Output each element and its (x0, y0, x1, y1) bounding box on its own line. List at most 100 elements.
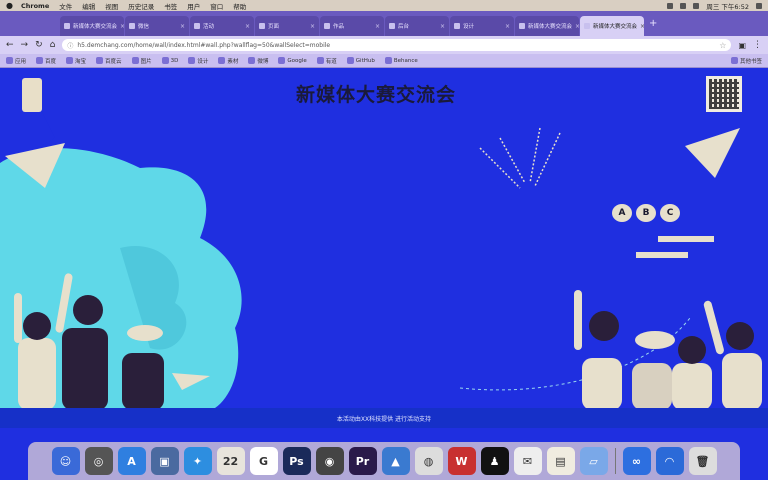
bookmark-item[interactable]: 有道 (316, 57, 337, 65)
close-icon[interactable]: × (505, 23, 510, 30)
extension-icon[interactable]: ▣ (738, 41, 746, 50)
tab-7[interactable]: 设计 × (450, 16, 514, 36)
menu-button[interactable]: ⋮ (753, 40, 762, 50)
bookmark-icon (218, 57, 226, 64)
menu-people[interactable]: 用户 (187, 1, 200, 11)
keynote-icon[interactable]: ▲ (381, 447, 410, 475)
menu-help[interactable]: 帮助 (233, 1, 246, 11)
folder-icon (730, 57, 738, 64)
abc-badges: A B C (612, 204, 680, 222)
bookmark-icon (384, 57, 392, 64)
finder-icon[interactable]: ☺ (51, 447, 80, 475)
apple-menu-icon[interactable]: ● (6, 1, 13, 10)
menu-history[interactable]: 历史记录 (128, 1, 154, 11)
menu-edit[interactable]: 编辑 (82, 1, 95, 11)
bookmark-icon (248, 57, 256, 64)
baidu-netdisk-icon[interactable]: ∞ (622, 447, 651, 475)
tab-label: 新媒体大赛交流会 (73, 24, 118, 30)
close-icon[interactable]: × (440, 23, 445, 30)
battery-icon[interactable] (680, 2, 687, 9)
bookmark-icon (188, 57, 196, 64)
bookmark-star-icon[interactable]: ☆ (719, 41, 726, 50)
address-bar[interactable]: ⓘ h5.demchang.com/home/wall/index.html#w… (62, 39, 732, 51)
tab-2[interactable]: 微信 × (125, 16, 189, 36)
macos-dock: ☺ ◎ A ▣ ✦ 22 G Ps ◉ Pr ▲ ◍ W ♟ ✉ ▤ ▱ ∞ ◠ 🗑 (28, 442, 740, 480)
bookmark-item[interactable]: 素材 (218, 57, 238, 65)
tab-5[interactable]: 作品 × (320, 16, 384, 36)
bookmark-item[interactable]: 应用 (6, 57, 26, 65)
badge-c: C (660, 204, 680, 222)
folder-icon[interactable]: ▱ (579, 447, 608, 475)
close-icon[interactable]: × (640, 23, 644, 30)
badge-b: B (636, 204, 656, 222)
tab-9-active[interactable]: 新媒体大赛交流会 × (580, 16, 644, 36)
close-icon[interactable]: × (120, 23, 124, 30)
tab-6[interactable]: 后台 × (385, 16, 449, 36)
bookmark-item[interactable]: 百度 (36, 57, 56, 65)
bookmark-label: 百度 (45, 58, 57, 65)
launchpad-icon[interactable]: ◎ (84, 447, 113, 475)
preview-icon[interactable]: ▣ (150, 447, 179, 475)
chrome-icon[interactable]: ◍ (414, 447, 443, 475)
bookmark-folder-other[interactable]: 其他书签 (730, 57, 762, 65)
wps-icon[interactable]: W (447, 447, 476, 475)
bookmark-label: Google (287, 57, 307, 64)
photoshop-icon[interactable]: Ps (282, 447, 311, 475)
back-button[interactable]: ← (6, 40, 14, 50)
close-icon[interactable]: × (245, 23, 250, 30)
close-icon[interactable]: × (310, 23, 315, 30)
volume-icon[interactable] (693, 2, 700, 9)
tab-3[interactable]: 活动 × (190, 16, 254, 36)
qq-icon[interactable]: ♟ (480, 447, 509, 475)
bookmark-item[interactable]: 3D (161, 57, 178, 64)
bookmark-item[interactable]: 微博 (248, 57, 268, 65)
safari-icon[interactable]: ✦ (183, 447, 212, 475)
notes-icon[interactable]: ▤ (546, 447, 575, 475)
search-icon[interactable] (756, 2, 762, 9)
menu-file[interactable]: 文件 (59, 1, 72, 11)
bookmark-label: Behance (393, 57, 418, 64)
premiere-icon[interactable]: Pr (348, 447, 377, 475)
event-wall-page: 新媒体大赛交流会 A B C 本活动由XX科技提供 进行活动支持 (0, 68, 768, 442)
bookmark-icon (346, 57, 354, 64)
tab-strip: 新媒体大赛交流会 × 微信 × 活动 × 页面 × 作品 × 后台 × 设计 × 新媒体大赛交… (0, 11, 768, 36)
trash-icon[interactable]: 🗑 (688, 447, 717, 475)
menu-view[interactable]: 视图 (105, 1, 118, 11)
wechat-icon[interactable]: ✉ (513, 447, 542, 475)
close-icon[interactable]: × (180, 23, 185, 30)
close-icon[interactable]: × (575, 23, 579, 30)
tab-4[interactable]: 页面 × (255, 16, 319, 36)
menu-window[interactable]: 窗口 (210, 1, 223, 11)
menu-app-name[interactable]: Chrome (21, 2, 49, 10)
forward-button[interactable]: → (21, 40, 29, 50)
url-text[interactable]: h5.demchang.com/home/wall/index.html#wal… (77, 42, 330, 49)
bookmark-item[interactable]: Google (278, 57, 307, 64)
menu-bookmarks[interactable]: 书签 (164, 1, 177, 11)
bookmark-label: 图片 (140, 58, 152, 65)
reload-button[interactable]: ↻ (35, 40, 43, 50)
bookmark-icon (96, 57, 104, 64)
bookmark-item[interactable]: 图片 (131, 57, 152, 65)
calendar-icon[interactable]: 22 (216, 447, 245, 475)
menu-clock[interactable]: 周三 下午6:52 (706, 1, 749, 11)
tab-label: 页面 (268, 24, 280, 30)
bookmark-item[interactable]: 设计 (188, 57, 208, 65)
info-icon[interactable]: ⓘ (67, 41, 73, 50)
bookmark-item[interactable]: Behance (384, 57, 418, 64)
app-store-icon[interactable]: A (117, 447, 146, 475)
bookmark-item[interactable]: GitHub (346, 57, 375, 64)
favicon-icon (259, 23, 265, 29)
decor-plank (658, 236, 714, 242)
tab-1[interactable]: 新媒体大赛交流会 × (60, 16, 124, 36)
new-tab-button[interactable]: + (649, 18, 657, 29)
tab-8[interactable]: 新媒体大赛交流会 × (515, 16, 579, 36)
wifi-icon[interactable] (667, 2, 674, 9)
bookmark-icon (278, 57, 286, 64)
bookmark-item[interactable]: 百度云 (96, 57, 122, 65)
home-button[interactable]: ⌂ (50, 40, 56, 50)
close-icon[interactable]: × (375, 23, 380, 30)
compass-icon[interactable]: ◉ (315, 447, 344, 475)
bookmark-item[interactable]: 淘宝 (66, 57, 86, 65)
itunes-icon[interactable]: G (249, 447, 278, 475)
downloads-icon[interactable]: ◠ (655, 447, 684, 475)
